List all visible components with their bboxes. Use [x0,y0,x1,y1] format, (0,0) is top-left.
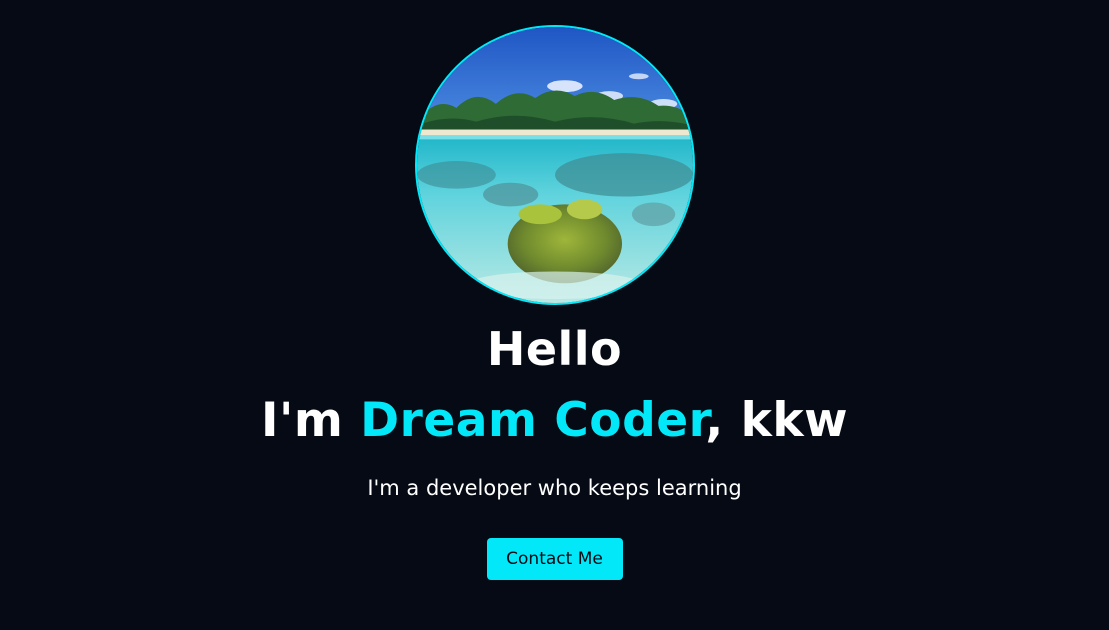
contact-me-button[interactable]: Contact Me [486,538,623,580]
hero-section: Hello I'm Dream Coder, kkw I'm a develop… [0,0,1109,630]
headline: I'm Dream Coder, kkw [261,392,848,450]
headline-suffix: , kkw [705,393,849,448]
avatar-image [416,27,693,303]
avatar [414,25,695,305]
headline-prefix: I'm [260,393,361,448]
subtitle: I'm a developer who keeps learning [367,476,742,500]
greeting-heading: Hello [486,322,623,376]
headline-name: Dream Coder [360,393,706,448]
